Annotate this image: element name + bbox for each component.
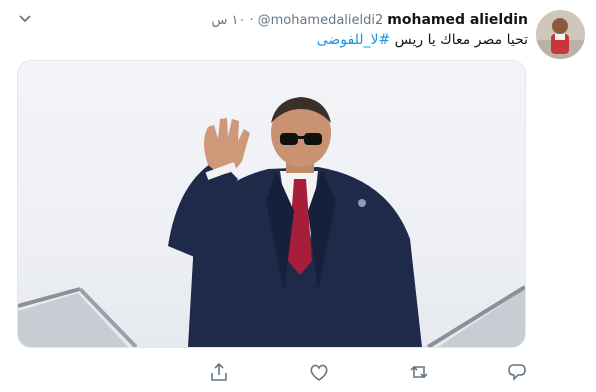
separator-dot: ·: [249, 12, 254, 28]
avatar[interactable]: [536, 10, 585, 59]
share-icon[interactable]: [208, 361, 230, 383]
tweet-header: ١٠ س · @mohamedalieldi2 mohamed alieldin: [211, 10, 528, 30]
timestamp[interactable]: ١٠ س: [211, 13, 245, 28]
retweet-icon[interactable]: [408, 361, 430, 383]
photo-man-waving: [18, 97, 525, 347]
tweet-text: تحيا مصر معاك يا ريس #لا_للفوضى: [317, 32, 528, 48]
avatar-image: [536, 10, 585, 59]
author-handle[interactable]: @mohamedalieldi2: [258, 13, 384, 28]
heart-icon[interactable]: [308, 361, 330, 383]
tweet-actions: [0, 358, 596, 388]
reply-icon[interactable]: [506, 361, 528, 383]
author-name[interactable]: mohamed alieldin: [387, 12, 528, 28]
hashtag-link[interactable]: #لا_للفوضى: [317, 32, 391, 48]
tweet-text-plain: تحيا مصر معاك يا ريس: [390, 32, 528, 48]
chevron-down-icon[interactable]: [16, 10, 34, 28]
tweet-card[interactable]: ١٠ س · @mohamedalieldi2 mohamed alieldin…: [0, 0, 596, 392]
tweet-photo[interactable]: [17, 60, 526, 348]
